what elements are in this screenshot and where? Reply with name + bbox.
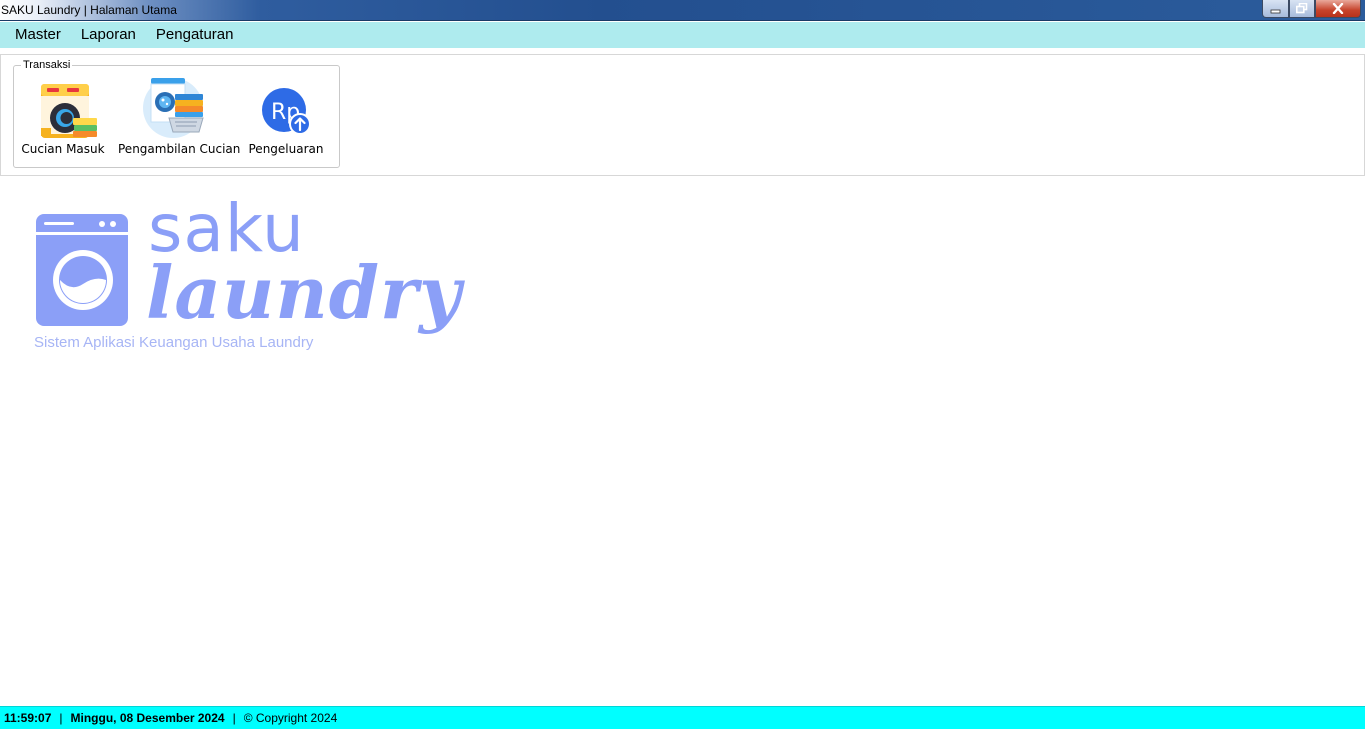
pengeluaran-button[interactable]: Rp Pengeluaran bbox=[247, 78, 325, 156]
status-copyright: © Copyright 2024 bbox=[243, 711, 338, 725]
cucian-masuk-label: Cucian Masuk bbox=[21, 142, 105, 156]
restore-button[interactable] bbox=[1289, 0, 1315, 18]
transaksi-group: Transaksi Cucian Masuk Pengambilan Cucia… bbox=[13, 59, 340, 168]
pengambilan-cucian-button[interactable]: Pengambilan Cucian bbox=[118, 78, 241, 156]
title-bar: SAKU Laundry | Halaman Utama bbox=[0, 0, 1365, 21]
menu-laporan[interactable]: Laporan bbox=[71, 22, 146, 48]
minimize-icon bbox=[1270, 9, 1280, 13]
menu-pengaturan[interactable]: Pengaturan bbox=[146, 22, 244, 48]
menu-bar: Master Laporan Pengaturan bbox=[0, 22, 1365, 48]
pengeluaran-label: Pengeluaran bbox=[248, 142, 324, 156]
transaksi-group-title: Transaksi bbox=[21, 59, 73, 71]
pengambilan-cucian-label: Pengambilan Cucian bbox=[118, 142, 241, 156]
restore-icon bbox=[1296, 3, 1308, 14]
washing-machine-logo-icon bbox=[36, 214, 128, 326]
status-separator: | bbox=[232, 711, 236, 725]
laundry-pickup-icon bbox=[143, 78, 204, 138]
minimize-button[interactable] bbox=[1262, 0, 1289, 18]
status-date: Minggu, 08 Desember 2024 bbox=[70, 711, 225, 725]
status-bar: 11:59:07 | Minggu, 08 Desember 2024 | © … bbox=[0, 706, 1365, 729]
logo-tagline: Sistem Aplikasi Keuangan Usaha Laundry bbox=[34, 334, 314, 351]
close-button[interactable] bbox=[1315, 0, 1361, 18]
logo-laundry-text: laundry bbox=[146, 250, 462, 335]
rupiah-expense-icon: Rp bbox=[262, 88, 311, 135]
app-logo: saku laundry Sistem Aplikasi Keuangan Us… bbox=[34, 190, 461, 358]
menu-master[interactable]: Master bbox=[0, 22, 71, 48]
status-time: 11:59:07 bbox=[4, 711, 52, 725]
close-icon bbox=[1332, 3, 1344, 14]
washing-machine-icon bbox=[41, 84, 97, 138]
cucian-masuk-button[interactable]: Cucian Masuk bbox=[19, 78, 107, 156]
toolbar-panel: Transaksi Cucian Masuk Pengambilan Cucia… bbox=[0, 54, 1365, 176]
status-separator: | bbox=[59, 711, 63, 725]
window-title: SAKU Laundry | Halaman Utama bbox=[1, 3, 177, 17]
window-controls bbox=[1262, 0, 1361, 18]
